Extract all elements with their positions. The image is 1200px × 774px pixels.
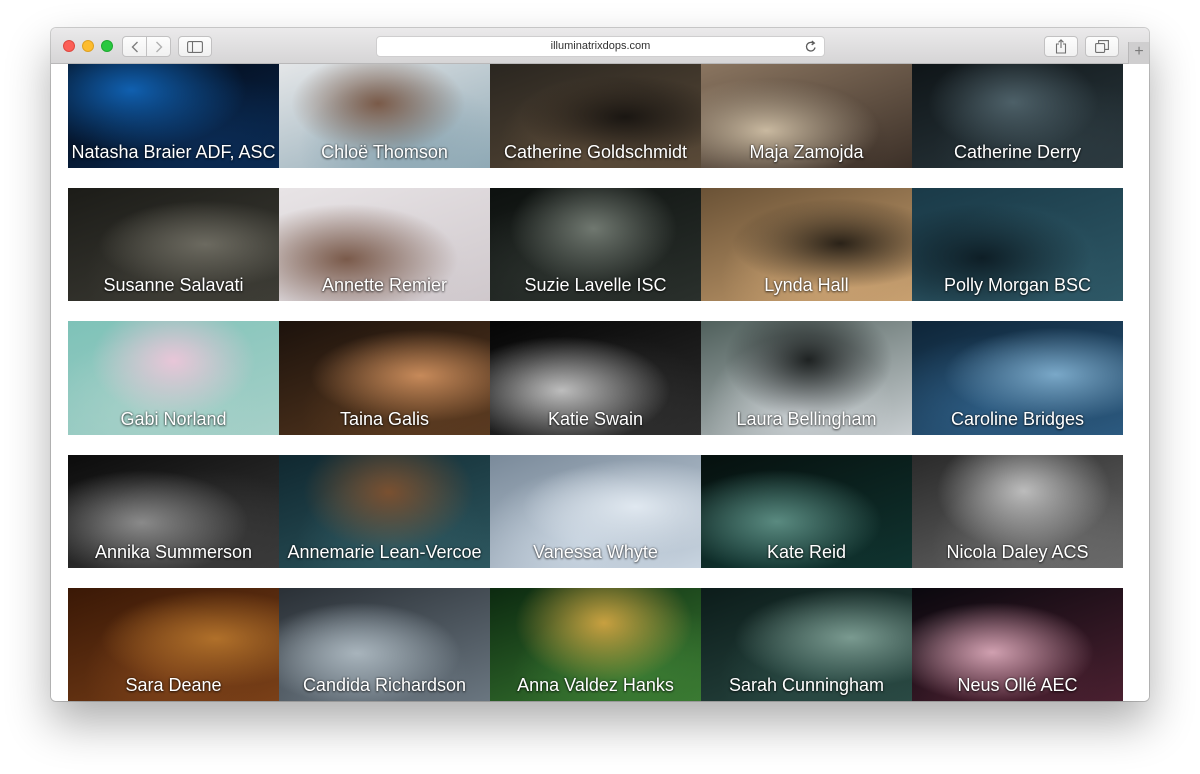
director-tile[interactable]: Susanne Salavati: [68, 188, 279, 301]
director-name[interactable]: Katie Swain: [490, 409, 701, 430]
minimize-window-button[interactable]: [82, 40, 94, 52]
back-button[interactable]: [122, 36, 147, 57]
director-name[interactable]: Chloë Thomson: [279, 142, 490, 163]
director-name[interactable]: Anna Valdez Hanks: [490, 675, 701, 696]
forward-button[interactable]: [146, 36, 171, 57]
director-tile[interactable]: Natasha Braier ADF, ASC: [68, 64, 279, 168]
director-name[interactable]: Polly Morgan BSC: [912, 275, 1123, 296]
director-tile[interactable]: Catherine Derry: [912, 64, 1123, 168]
address-text: illuminatrixdops.com: [550, 40, 651, 52]
director-name[interactable]: Suzie Lavelle ISC: [490, 275, 701, 296]
director-tile[interactable]: Caroline Bridges: [912, 321, 1123, 435]
director-tile[interactable]: Sarah Cunningham: [701, 588, 912, 701]
new-tab-button[interactable]: +: [1128, 42, 1149, 64]
director-tile[interactable]: Anna Valdez Hanks: [490, 588, 701, 701]
director-name[interactable]: Gabi Norland: [68, 409, 279, 430]
director-tile[interactable]: Katie Swain: [490, 321, 701, 435]
director-name[interactable]: Taina Galis: [279, 409, 490, 430]
director-tile[interactable]: Annette Remier: [279, 188, 490, 301]
director-tile[interactable]: Taina Galis: [279, 321, 490, 435]
director-name[interactable]: Sarah Cunningham: [701, 675, 912, 696]
director-tile[interactable]: Vanessa Whyte: [490, 455, 701, 568]
director-name[interactable]: Catherine Goldschmidt: [490, 142, 701, 163]
director-name[interactable]: Caroline Bridges: [912, 409, 1123, 430]
sidebar-icon: [187, 40, 203, 53]
director-tile[interactable]: Lynda Hall: [701, 188, 912, 301]
director-tile[interactable]: Laura Bellingham: [701, 321, 912, 435]
share-button[interactable]: [1044, 36, 1078, 57]
gallery-row: Natasha Braier ADF, ASC Chloë Thomson Cath…: [68, 64, 1124, 168]
director-name[interactable]: Sara Deane: [68, 675, 279, 696]
gallery-row: Annika Summerson Annemarie Lean-Vercoe Van…: [68, 455, 1124, 568]
director-tile[interactable]: Suzie Lavelle ISC: [490, 188, 701, 301]
director-tile[interactable]: Sara Deane: [68, 588, 279, 701]
director-tile[interactable]: Maja Zamojda: [701, 64, 912, 168]
tabs-icon: [1095, 40, 1109, 53]
director-name[interactable]: Candida Richardson: [279, 675, 490, 696]
gallery-row: Gabi Norland Taina Galis Katie Swain Laura …: [68, 321, 1124, 435]
director-name[interactable]: Susanne Salavati: [68, 275, 279, 296]
director-tile[interactable]: Annika Summerson: [68, 455, 279, 568]
director-tile[interactable]: Kate Reid: [701, 455, 912, 568]
reload-button[interactable]: [805, 40, 817, 60]
plus-icon: +: [1134, 43, 1144, 60]
director-tile[interactable]: Neus Ollé AEC: [912, 588, 1123, 701]
director-tile[interactable]: Chloë Thomson: [279, 64, 490, 168]
director-name[interactable]: Laura Bellingham: [701, 409, 912, 430]
gallery-row: Sara Deane Candida Richardson Anna Valdez …: [68, 588, 1124, 701]
close-window-button[interactable]: [63, 40, 75, 52]
director-tile[interactable]: Candida Richardson: [279, 588, 490, 701]
director-name[interactable]: Kate Reid: [701, 542, 912, 563]
director-tile[interactable]: Annemarie Lean-Vercoe: [279, 455, 490, 568]
director-name[interactable]: Neus Ollé AEC: [912, 675, 1123, 696]
director-gallery: Natasha Braier ADF, ASC Chloë Thomson Cath…: [51, 64, 1149, 701]
back-arrow-icon: [131, 41, 138, 52]
share-icon: [1055, 39, 1067, 54]
director-tile[interactable]: Nicola Daley ACS: [912, 455, 1123, 568]
maximize-window-button[interactable]: [101, 40, 113, 52]
browser-window: illuminatrixdops.com + Natasha Braier AD…: [51, 28, 1149, 701]
director-name[interactable]: Annemarie Lean-Vercoe: [279, 542, 490, 563]
director-tile[interactable]: Gabi Norland: [68, 321, 279, 435]
reload-icon: [805, 40, 816, 52]
sidebar-button[interactable]: [178, 36, 212, 57]
director-tile[interactable]: Polly Morgan BSC: [912, 188, 1123, 301]
director-name[interactable]: Catherine Derry: [912, 142, 1123, 163]
director-name[interactable]: Vanessa Whyte: [490, 542, 701, 563]
director-name[interactable]: Annette Remier: [279, 275, 490, 296]
director-tile[interactable]: Catherine Goldschmidt: [490, 64, 701, 168]
director-name[interactable]: Nicola Daley ACS: [912, 542, 1123, 563]
director-name[interactable]: Annika Summerson: [68, 542, 279, 563]
director-name[interactable]: Maja Zamojda: [701, 142, 912, 163]
director-name[interactable]: Lynda Hall: [701, 275, 912, 296]
director-name[interactable]: Natasha Braier ADF, ASC: [68, 142, 279, 163]
address-bar[interactable]: illuminatrixdops.com: [376, 36, 825, 57]
gallery-row: Susanne Salavati Annette Remier Suzie Lave…: [68, 188, 1124, 301]
forward-arrow-icon: [155, 41, 162, 52]
show-tabs-button[interactable]: [1085, 36, 1119, 57]
browser-toolbar: illuminatrixdops.com +: [51, 28, 1149, 64]
